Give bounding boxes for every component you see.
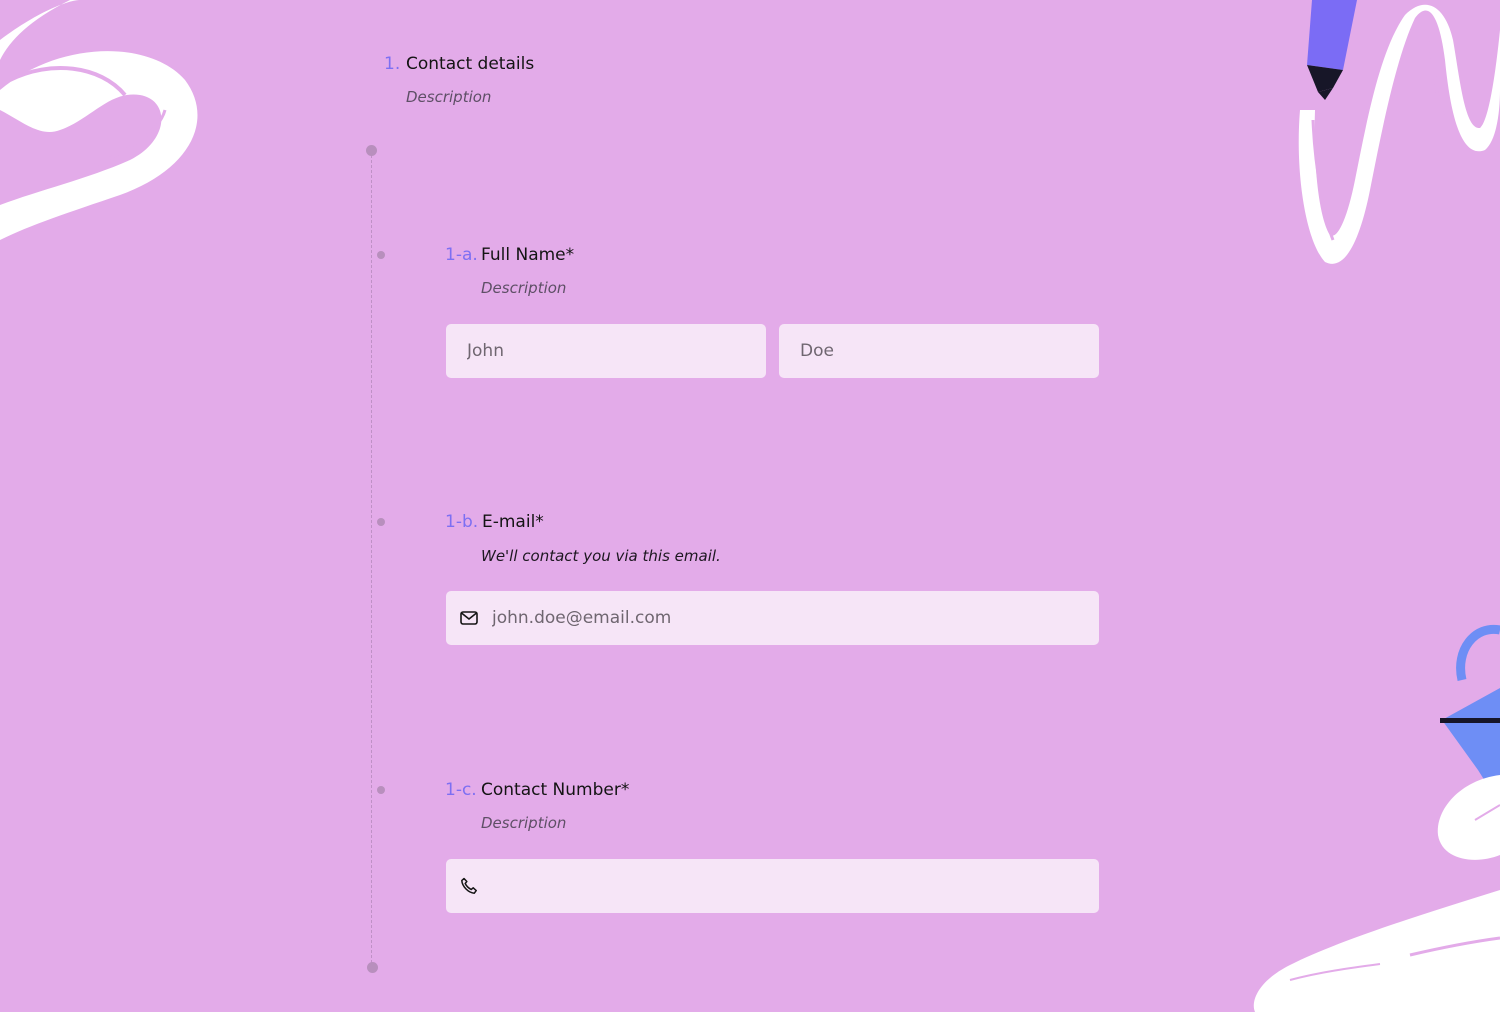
question-title: E-mail* bbox=[482, 512, 544, 532]
question-number: 1-b. bbox=[445, 512, 479, 532]
phone-icon bbox=[460, 877, 478, 895]
question-description: We'll contact you via this email. bbox=[481, 547, 721, 565]
question-title: Contact Number* bbox=[481, 780, 630, 800]
email-input[interactable] bbox=[492, 591, 1099, 645]
timeline-dot-full-name bbox=[377, 251, 385, 259]
section-number: 1. bbox=[384, 54, 401, 74]
section-description: Description bbox=[406, 88, 492, 106]
section-title: Contact details bbox=[406, 54, 535, 74]
last-name-field[interactable] bbox=[779, 324, 1099, 378]
contact-number-input[interactable] bbox=[492, 859, 1099, 913]
question-description: Description bbox=[481, 814, 567, 832]
pen-scribble-decoration bbox=[1298, 0, 1500, 264]
timeline-line bbox=[371, 150, 372, 968]
email-field[interactable] bbox=[446, 591, 1099, 645]
brush-stroke-bottom-right-decoration bbox=[1253, 890, 1500, 1012]
question-title: Full Name* bbox=[481, 245, 575, 265]
contact-number-field[interactable] bbox=[446, 859, 1099, 913]
question-number: 1-c. bbox=[445, 780, 477, 800]
timeline-end-dot bbox=[367, 962, 378, 973]
mail-icon bbox=[460, 609, 478, 627]
first-name-field[interactable] bbox=[446, 324, 766, 378]
timeline-dot-contact-number bbox=[377, 786, 385, 794]
timeline-start-dot bbox=[366, 145, 377, 156]
question-number: 1-a. bbox=[445, 245, 478, 265]
brush-stroke-top-left-decoration bbox=[0, 0, 198, 241]
blue-object-right-decoration bbox=[1437, 624, 1500, 860]
last-name-input[interactable] bbox=[779, 324, 1099, 378]
first-name-input[interactable] bbox=[446, 324, 766, 378]
question-description: Description bbox=[481, 279, 567, 297]
timeline-dot-email bbox=[377, 518, 385, 526]
